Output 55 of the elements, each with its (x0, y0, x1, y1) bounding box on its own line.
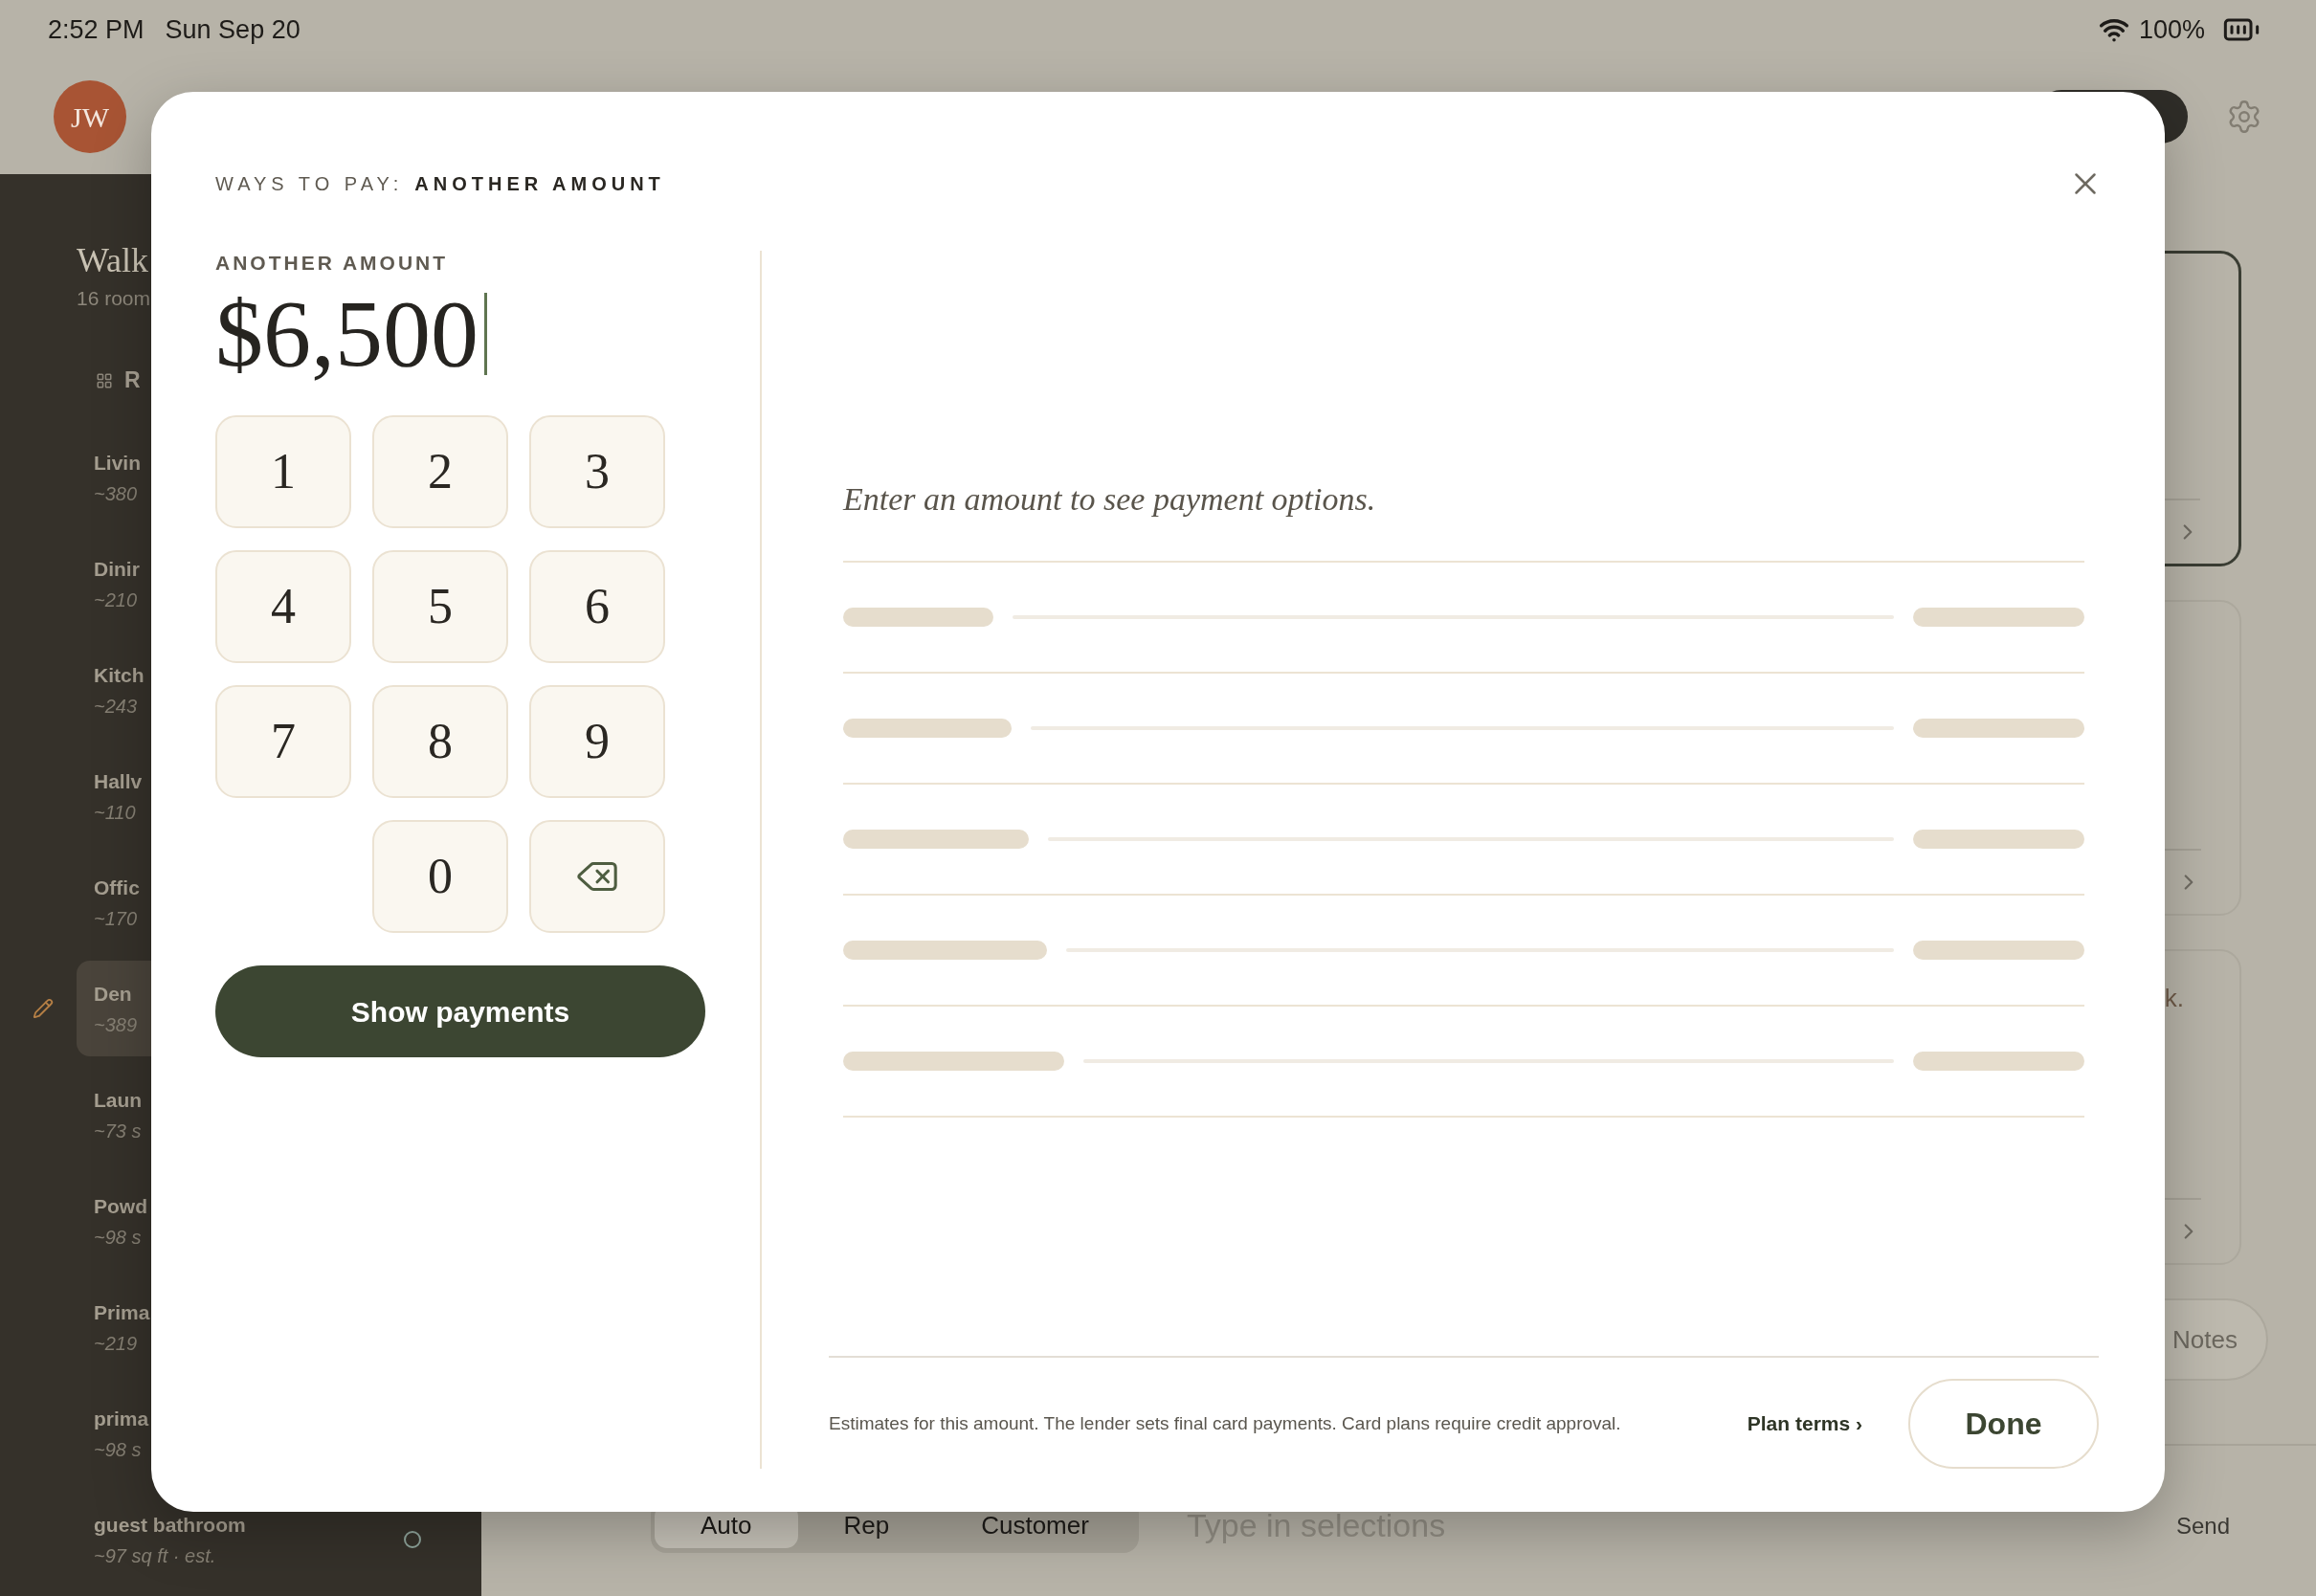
keypad-key[interactable]: 3 (529, 415, 665, 528)
show-payments-button[interactable]: Show payments (215, 965, 705, 1057)
room-name: Livin (94, 451, 141, 476)
room-area: ~98 s (94, 1223, 142, 1252)
room-area: ~243 (94, 692, 138, 720)
grid-icon (96, 371, 113, 389)
backspace-key[interactable] (529, 820, 665, 933)
keypad-key[interactable]: 8 (372, 685, 508, 798)
amount-value: $6,500 (215, 281, 479, 387)
room-area: ~380 (94, 479, 138, 508)
keypad-key[interactable]: 9 (529, 685, 665, 798)
keypad-key[interactable]: 2 (372, 415, 508, 528)
room-area: ~110 (94, 798, 136, 827)
room-area: ~389 (94, 1010, 138, 1039)
sidebar-subtitle: 16 room (77, 286, 151, 311)
room-name: prima (94, 1407, 149, 1431)
send-button[interactable]: Send (2175, 1508, 2230, 1543)
keypad-key[interactable]: 7 (215, 685, 351, 798)
sidebar-title: Walk (77, 240, 149, 281)
done-button[interactable]: Done (1908, 1379, 2099, 1469)
room-area: ~97 sq ft · est. (94, 1541, 216, 1570)
room-area: ~210 (94, 586, 138, 614)
room-area: ~98 s (94, 1435, 142, 1464)
room-area: ~170 (94, 904, 138, 933)
room-name: Offic (94, 876, 140, 900)
keypad-key[interactable]: 5 (372, 550, 508, 663)
room-name: Dinir (94, 557, 140, 582)
room-name: Kitch (94, 663, 145, 688)
section-label: R (124, 366, 141, 395)
plan-terms-link[interactable]: Plan terms › (1747, 1408, 1862, 1439)
mode-tab[interactable]: Customer (935, 1503, 1135, 1548)
avatar[interactable]: JW (54, 80, 126, 153)
hint-text: Enter an amount to see payment options. (843, 480, 1377, 519)
battery-percent: 100% (2138, 13, 2205, 46)
keypad-key[interactable]: 1 (215, 415, 351, 528)
keypad-key[interactable]: 0 (372, 820, 508, 933)
room-name: Den (94, 982, 132, 1007)
room-name: Hallv (94, 769, 143, 794)
room-name: guest bathroom (94, 1513, 246, 1538)
dialog-title: ANOTHER AMOUNT (414, 172, 665, 196)
keypad-key[interactable]: 6 (529, 550, 665, 663)
room-area: ~73 s (94, 1117, 142, 1145)
dialog-breadcrumb: WAYS TO PAY: (215, 172, 404, 196)
pencil-icon[interactable] (33, 998, 54, 1019)
card-text: k. (2164, 983, 2184, 1014)
amount-label: ANOTHER AMOUNT (215, 251, 450, 276)
keypad-key[interactable]: 4 (215, 550, 351, 663)
room-name: Prima (94, 1300, 150, 1325)
footnote-text: Estimates for this amount. The lender sets final card payments. Card plans require credit approval. (829, 1412, 1622, 1435)
room-name: Powd (94, 1194, 147, 1219)
room-area: ~219 (94, 1329, 138, 1358)
status-time: 2:52 PM (48, 13, 145, 46)
status-date: Sun Sep 20 (165, 13, 301, 46)
room-name: Laun (94, 1088, 143, 1113)
mode-tab[interactable]: Rep (797, 1503, 936, 1548)
